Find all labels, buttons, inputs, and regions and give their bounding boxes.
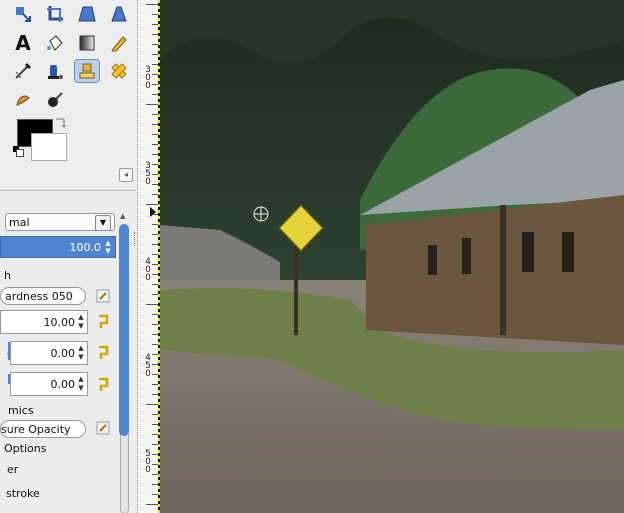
dynamics-selector[interactable]: sure Opacity bbox=[0, 420, 86, 438]
brush-name: ardness 050 bbox=[5, 290, 73, 303]
default-colors-icon[interactable] bbox=[13, 146, 24, 157]
spin-down-icon[interactable]: ▼ bbox=[77, 385, 85, 392]
ruler-position-marker bbox=[150, 207, 156, 217]
vertical-ruler[interactable]: 3 0 0 3 5 0 4 0 0 4 5 0 5 0 0 bbox=[138, 0, 159, 513]
ruler-tick bbox=[146, 504, 158, 505]
dodge-burn-tool-button[interactable] bbox=[42, 88, 68, 112]
options-scrollbar[interactable]: ▲ bbox=[118, 212, 131, 513]
blend-tool-button[interactable] bbox=[74, 31, 100, 55]
text-icon: A bbox=[15, 31, 31, 55]
ink-tool-button[interactable] bbox=[42, 59, 68, 83]
dock-resize-handle[interactable] bbox=[134, 232, 136, 246]
reset-angle-icon[interactable] bbox=[96, 376, 110, 394]
bucket-fill-icon bbox=[47, 35, 63, 51]
ink-icon bbox=[48, 65, 63, 79]
brush-selector[interactable]: ardness 050 bbox=[0, 287, 86, 305]
spin-down-icon[interactable]: ▼ bbox=[77, 354, 85, 361]
edit-brush-icon[interactable] bbox=[96, 289, 110, 303]
spin-down-icon[interactable]: ▼ bbox=[77, 323, 85, 330]
ruler-label: 0 bbox=[145, 369, 151, 379]
ruler-tick bbox=[146, 104, 158, 105]
barn-window bbox=[462, 238, 471, 274]
size-value: 10.00 bbox=[43, 316, 76, 329]
ruler-tick bbox=[146, 304, 158, 305]
swap-colors-icon[interactable] bbox=[54, 117, 67, 129]
spin-up-icon[interactable]: ▲ bbox=[104, 240, 112, 247]
perspective-icon bbox=[78, 6, 96, 22]
crop-icon bbox=[47, 6, 63, 22]
text-tool-button[interactable]: A bbox=[10, 31, 36, 55]
opacity-slider[interactable]: 100.0 ▲ ▼ bbox=[0, 236, 116, 258]
crop-tool-button[interactable] bbox=[42, 2, 68, 26]
scroll-thumb[interactable] bbox=[119, 224, 129, 436]
configure-tab-icon[interactable]: ◂ bbox=[119, 168, 133, 182]
sign-post bbox=[294, 245, 298, 335]
spin-up-icon[interactable]: ▲ bbox=[77, 314, 85, 321]
opacity-value: 100.0 bbox=[69, 241, 102, 254]
barn-window bbox=[562, 232, 574, 272]
dynamics-label: mics bbox=[8, 404, 34, 417]
perspective-tool-button[interactable] bbox=[74, 2, 100, 26]
bucket-fill-tool-button[interactable] bbox=[42, 31, 68, 55]
angle-field[interactable]: 0.00 ▲ ▼ bbox=[10, 372, 88, 396]
ruler-label: 0 bbox=[145, 177, 151, 187]
heal-tool-button[interactable] bbox=[106, 59, 132, 83]
ruler-tick bbox=[146, 404, 158, 405]
ruler-tick bbox=[146, 204, 158, 205]
toolbox-panel: A ◂ mal ▼ 100.0 ▲ ▼ h ardness 050 10.00 … bbox=[0, 0, 136, 513]
size-field[interactable]: 10.00 ▲ ▼ bbox=[0, 310, 88, 334]
ruler-label: 0 bbox=[145, 81, 151, 91]
smudge-icon bbox=[16, 95, 30, 106]
blend-icon bbox=[79, 35, 95, 51]
image-canvas[interactable] bbox=[160, 0, 624, 513]
dynamics-name: sure Opacity bbox=[1, 423, 71, 436]
airbrush-icon bbox=[15, 62, 32, 79]
edit-dynamics-icon[interactable] bbox=[96, 421, 110, 435]
reset-size-icon[interactable] bbox=[96, 313, 110, 331]
dodge-burn-icon bbox=[48, 92, 63, 107]
airbrush-tool-button[interactable] bbox=[10, 59, 36, 83]
align-tool-button[interactable] bbox=[10, 2, 36, 26]
mode-value: mal bbox=[9, 216, 30, 229]
pencil-icon bbox=[111, 36, 127, 52]
align-icon bbox=[16, 7, 31, 22]
barn-window bbox=[428, 245, 437, 275]
background-color-swatch[interactable] bbox=[31, 133, 67, 161]
aspect-value: 0.00 bbox=[50, 347, 76, 360]
chevron-down-icon: ▼ bbox=[95, 215, 111, 231]
heal-icon bbox=[111, 63, 127, 79]
ruler-label: 0 bbox=[145, 273, 151, 283]
clone-icon bbox=[79, 63, 95, 79]
aspect-ratio-field[interactable]: 0.00 ▲ ▼ bbox=[10, 341, 88, 365]
spin-up-icon[interactable]: ▲ bbox=[77, 345, 85, 352]
smooth-stroke-label[interactable]: stroke bbox=[6, 487, 40, 500]
photo-scene bbox=[160, 0, 624, 513]
scroll-up-icon[interactable]: ▲ bbox=[120, 212, 125, 220]
spin-down-icon[interactable]: ▼ bbox=[104, 248, 112, 255]
smudge-tool-button[interactable] bbox=[10, 88, 36, 112]
angle-value: 0.00 bbox=[50, 378, 76, 391]
mode-dropdown[interactable]: mal ▼ bbox=[5, 213, 115, 231]
barn-window bbox=[522, 232, 534, 272]
reset-aspect-icon[interactable] bbox=[96, 344, 110, 362]
ruler-tick bbox=[146, 4, 158, 5]
spin-up-icon[interactable]: ▲ bbox=[77, 376, 85, 383]
tool-options-panel: mal ▼ 100.0 ▲ ▼ h ardness 050 10.00 ▲ ▼ … bbox=[0, 190, 136, 513]
jitter-label[interactable]: er bbox=[7, 463, 18, 476]
ruler-label: 0 bbox=[145, 465, 151, 475]
flip-tool-button[interactable] bbox=[106, 2, 132, 26]
pencil-tool-button[interactable] bbox=[106, 31, 132, 55]
flip-icon bbox=[111, 6, 127, 22]
clone-tool-button[interactable] bbox=[74, 59, 100, 83]
brush-label: h bbox=[4, 269, 11, 282]
brush-cursor bbox=[253, 206, 269, 222]
dynamics-options-expander[interactable]: Options bbox=[4, 442, 46, 455]
